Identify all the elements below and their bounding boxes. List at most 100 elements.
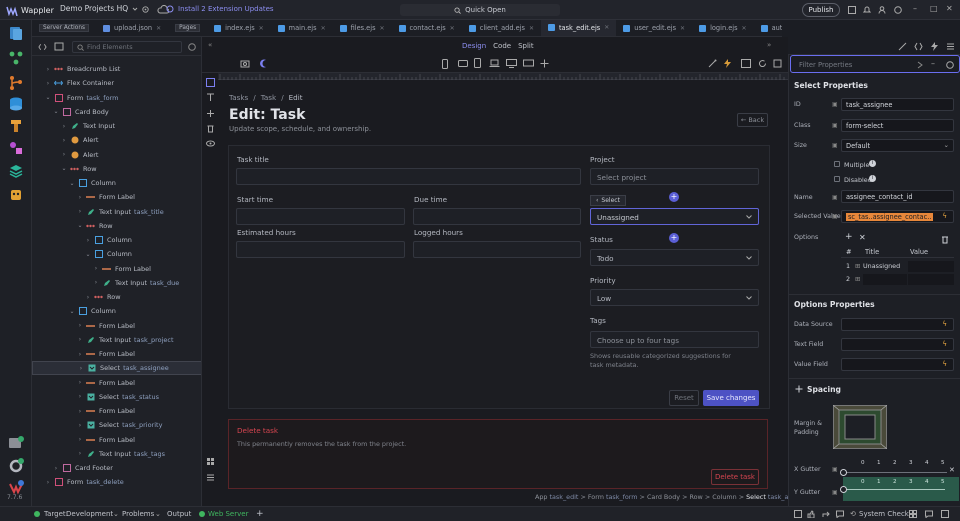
- file-tab[interactable]: contact.ejs ✕: [392, 20, 462, 36]
- chevron-down-icon[interactable]: ⌄: [52, 108, 60, 115]
- clear-input-icon[interactable]: [916, 61, 924, 69]
- chevron-right-icon[interactable]: ›: [76, 422, 84, 429]
- terminal-icon[interactable]: [8, 435, 24, 451]
- chat-icon[interactable]: [836, 510, 844, 518]
- tree-item[interactable]: › Select task_priority: [32, 418, 201, 432]
- style-icon[interactable]: [898, 42, 907, 51]
- close-tab-icon[interactable]: ✕: [604, 24, 609, 31]
- desktop-view-icon[interactable]: [506, 59, 517, 68]
- share-icon[interactable]: [822, 510, 830, 518]
- table-row[interactable]: 2 ⊞: [841, 274, 954, 286]
- trash-icon[interactable]: [941, 235, 949, 244]
- camera-icon[interactable]: [240, 59, 250, 68]
- dark-mode-icon[interactable]: [260, 59, 269, 68]
- close-tab-icon[interactable]: ✕: [380, 25, 385, 32]
- path-segment[interactable]: Select: [746, 493, 766, 501]
- tree-item[interactable]: › Text Input task_tags: [32, 447, 201, 461]
- chevron-right-icon[interactable]: ›: [44, 66, 52, 73]
- tab-group-label[interactable]: Server Actions: [32, 20, 96, 36]
- file-tab[interactable]: client_add.ejs ✕: [462, 20, 541, 36]
- chevron-right-icon[interactable]: ›: [60, 151, 68, 158]
- app-connect-icon[interactable]: [930, 42, 939, 51]
- tree-item[interactable]: › Row: [32, 290, 201, 304]
- chevron-down-icon[interactable]: ⌄: [84, 251, 92, 258]
- id-input[interactable]: task_assignee: [841, 98, 954, 111]
- thumbs-up-icon[interactable]: [807, 510, 815, 518]
- slider-handle[interactable]: [840, 469, 847, 476]
- problems-tab[interactable]: Problems: [122, 510, 154, 518]
- file-tab[interactable]: files.ejs ✕: [333, 20, 392, 36]
- dynamic-data-icon[interactable]: ϟ: [942, 360, 947, 368]
- data-source-input[interactable]: ϟ: [841, 318, 954, 331]
- chevron-right-icon[interactable]: ›: [60, 137, 68, 144]
- disabled-checkbox[interactable]: [834, 176, 840, 182]
- expand-arrows-icon[interactable]: [540, 59, 549, 68]
- size-select[interactable]: Default ⌄: [841, 139, 954, 152]
- tab-group-label[interactable]: Pages: [168, 20, 207, 36]
- tree-item[interactable]: › Breadcrumb List: [32, 62, 201, 76]
- help-icon[interactable]: [894, 6, 902, 14]
- breadcrumb-task[interactable]: Task: [261, 93, 277, 102]
- value-field-input[interactable]: ϟ: [841, 358, 954, 371]
- chevron-right-icon[interactable]: ›: [60, 123, 68, 130]
- grid-icon[interactable]: [909, 510, 917, 518]
- laptop-view-icon[interactable]: [489, 59, 500, 68]
- trash-icon[interactable]: [206, 124, 215, 133]
- close-tab-icon[interactable]: ✕: [450, 25, 455, 32]
- project-selector[interactable]: Demo Projects HQ: [60, 4, 138, 13]
- tree-item[interactable]: › Text Input task_due: [32, 276, 201, 290]
- add-element-plus-button[interactable]: +: [669, 192, 679, 202]
- web-server-tab[interactable]: Web Server: [208, 510, 248, 518]
- mode-design[interactable]: Design: [462, 42, 486, 50]
- close-tab-icon[interactable]: ✕: [156, 25, 161, 32]
- pages-icon[interactable]: [8, 25, 24, 41]
- extension-updates-link[interactable]: Install 2 Extension Updates: [166, 5, 274, 13]
- multiple-checkbox[interactable]: [834, 161, 840, 167]
- tree-item[interactable]: › Text Input task_project: [32, 333, 201, 347]
- slider-handle[interactable]: [840, 486, 847, 493]
- tree-item[interactable]: › Form Label: [32, 347, 201, 361]
- close-window-button[interactable]: ✕: [946, 4, 953, 13]
- path-segment[interactable]: Column: [712, 493, 736, 501]
- estimated-hours-input[interactable]: [236, 241, 405, 258]
- components-icon[interactable]: [54, 42, 64, 51]
- tree-item[interactable]: › Alert: [32, 133, 201, 147]
- grid-icon[interactable]: [206, 457, 215, 466]
- tree-item[interactable]: › Form Label: [32, 262, 201, 276]
- tree-item[interactable]: › Form Label: [32, 376, 201, 390]
- tree-item[interactable]: › Card Footer: [32, 461, 201, 475]
- help-icon[interactable]: [946, 61, 954, 69]
- panel-icon[interactable]: [848, 6, 856, 14]
- system-check-label[interactable]: System Check: [859, 510, 909, 518]
- tablet-view-icon[interactable]: [474, 58, 481, 68]
- delete-task-button[interactable]: Delete task: [711, 469, 759, 485]
- chevron-down-icon[interactable]: ⌄: [76, 222, 84, 229]
- path-segment[interactable]: Card Body: [647, 493, 680, 501]
- file-tab[interactable]: user_edit.ejs ✕: [616, 20, 692, 36]
- code-view-icon[interactable]: [38, 43, 47, 51]
- file-tab[interactable]: task_edit.ejs ✕: [540, 20, 617, 36]
- minimize-window-button[interactable]: –: [913, 4, 917, 13]
- path-segment[interactable]: task_assignee: [768, 493, 788, 501]
- save-changes-button[interactable]: Save changes: [703, 390, 759, 406]
- text-tool-icon[interactable]: [206, 93, 215, 102]
- open-browser-icon[interactable]: [773, 59, 782, 68]
- tree-item[interactable]: ⌄ Column: [32, 176, 201, 190]
- tree-item[interactable]: ⌄ Form task_form: [32, 91, 201, 105]
- remove-option-button[interactable]: ✕: [859, 233, 866, 242]
- magic-wand-icon[interactable]: [708, 59, 717, 68]
- close-tab-icon[interactable]: ✕: [321, 25, 326, 32]
- name-input[interactable]: assignee_contact_id: [841, 190, 954, 203]
- workflow-icon[interactable]: [8, 118, 24, 134]
- layout-icon[interactable]: [206, 473, 215, 482]
- publish-button[interactable]: Publish: [802, 3, 840, 17]
- filter-properties-input[interactable]: Filter Properties –: [790, 55, 960, 73]
- eye-icon[interactable]: [206, 139, 215, 148]
- chevron-down-icon[interactable]: ⌄: [68, 180, 76, 187]
- close-tab-icon[interactable]: ✕: [680, 25, 685, 32]
- tags-input[interactable]: Choose up to four tags: [590, 331, 759, 348]
- tree-item[interactable]: › Alert: [32, 148, 201, 162]
- file-tab[interactable]: main.ejs ✕: [271, 20, 333, 36]
- assets-icon[interactable]: [8, 140, 24, 156]
- table-row[interactable]: 1 ⊞ Unassigned: [841, 261, 954, 273]
